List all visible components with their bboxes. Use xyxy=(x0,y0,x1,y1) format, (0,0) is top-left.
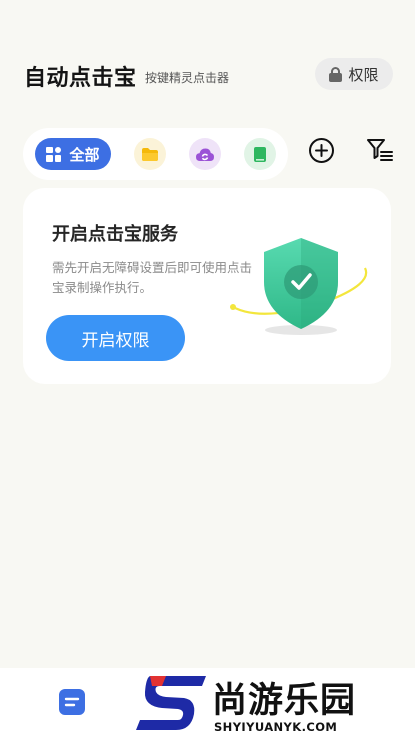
category-cloud-button[interactable] xyxy=(189,138,221,170)
plus-circle-icon[interactable] xyxy=(308,137,335,164)
watermark-logo: 尚游乐园 SHYIYUANYK.COM xyxy=(136,672,415,736)
grid-icon xyxy=(46,146,62,162)
watermark-text-en: SHYIYUANYK.COM xyxy=(214,720,338,734)
book-icon xyxy=(254,146,266,162)
service-card: 开启点击宝服务 需先开启无障碍设置后即可使用点击宝录制操作执行。 开启权限 xyxy=(23,188,391,384)
permission-button[interactable]: 权限 xyxy=(315,58,393,90)
app-subtitle: 按键精灵点击器 xyxy=(145,71,230,85)
bottom-nav: 尚游乐园 SHYIYUANYK.COM xyxy=(0,668,415,738)
card-title: 开启点击宝服务 xyxy=(52,224,178,245)
lock-icon xyxy=(329,66,343,82)
permission-label: 权限 xyxy=(348,65,379,84)
category-all-label: 全部 xyxy=(69,145,100,164)
enable-permission-button[interactable]: 开启权限 xyxy=(46,315,185,361)
cloud-sync-icon xyxy=(196,148,214,161)
filter-list-icon[interactable] xyxy=(366,138,394,164)
shield-check-icon xyxy=(230,238,368,335)
card-description: 需先开启无障碍设置后即可使用点击宝录制操作执行。 xyxy=(52,260,253,295)
category-chip-all[interactable]: 全部 xyxy=(35,138,111,170)
app-title: 自动点击宝 xyxy=(24,66,137,91)
category-folder-button[interactable] xyxy=(134,138,166,170)
category-filter-bar: 全部 xyxy=(23,128,288,180)
watermark-text-cn: 尚游乐园 xyxy=(212,681,357,721)
category-book-button[interactable] xyxy=(244,138,276,170)
header: 自动点击宝 按键精灵点击器 权限 xyxy=(24,58,393,92)
folder-icon xyxy=(142,147,158,161)
watermark-s-logo xyxy=(136,676,206,730)
document-icon[interactable] xyxy=(58,688,86,716)
